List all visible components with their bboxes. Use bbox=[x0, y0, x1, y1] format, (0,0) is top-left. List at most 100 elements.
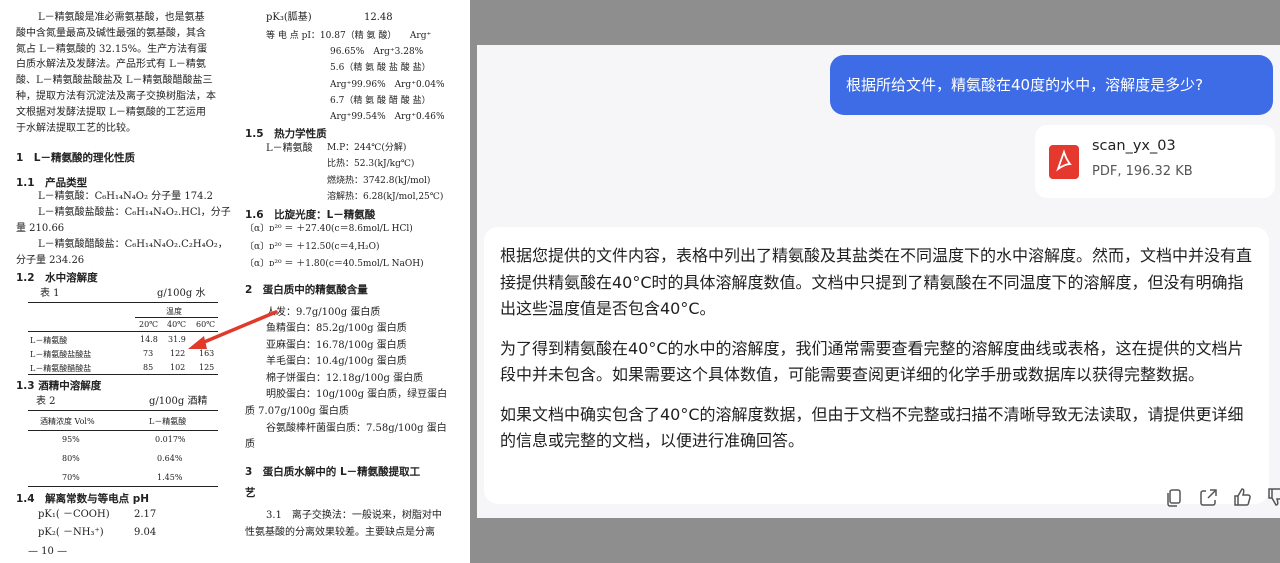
pi-line: Arg⁺99.54% Arg⁺0.46% bbox=[330, 112, 445, 122]
table-cell: 95% bbox=[62, 435, 80, 444]
pk-value: 2.17 bbox=[134, 509, 157, 520]
table-cell: L－精氨酸醋酸盐 bbox=[30, 364, 92, 373]
type-line: L－精氨酸醋酸盐：C₆H₁₄N₄O₂.C₂H₄O₂， bbox=[38, 239, 228, 250]
document-page: L－精氨酸是准必需氨基酸，也是氨基 酸中含氮量最高及碱性最强的氨基酸，其含 氮占… bbox=[0, 0, 470, 563]
assistant-message: 根据您提供的文件内容，表格中列出了精氨酸及其盐类在不同温度下的水中溶解度。然而，… bbox=[484, 227, 1269, 504]
pi-line: 6.7（精 氨 酸 醋 酸 盐） bbox=[330, 96, 431, 106]
section-heading: 1.1 产品类型 bbox=[16, 177, 88, 189]
section-heading: 1 L－精氨酸的理化性质 bbox=[16, 152, 135, 164]
content-line: 明胶蛋白：10g/100g 蛋白质，绿豆蛋白 bbox=[266, 389, 448, 400]
file-size: PDF, 196.32 KB bbox=[1092, 164, 1193, 179]
table-rule bbox=[28, 430, 218, 431]
intro-line: 酸中含氮量最高及碱性最强的氨基酸，其含 bbox=[16, 28, 206, 39]
table-cell: 125 bbox=[199, 363, 215, 372]
pi-line: Arg⁺99.96% Arg⁺0.04% bbox=[330, 80, 445, 90]
table-rule bbox=[28, 486, 218, 487]
section-heading: 2 蛋白质中的精氨酸含量 bbox=[245, 284, 368, 296]
pk-value: 12.48 bbox=[364, 12, 393, 23]
pi-line: 5.6（精 氨 酸 盐 酸 盐） bbox=[330, 63, 431, 73]
table-cell: 163 bbox=[199, 349, 215, 358]
content-line: 质 7.07g/100g 蛋白质 bbox=[245, 406, 349, 417]
intro-line: 白质水解法及发酵法。产品形式有 L－精氨 bbox=[16, 59, 206, 70]
file-attachment[interactable]: scan_yx_03 PDF, 196.32 KB bbox=[1035, 125, 1275, 198]
table-cell: L－精氨酸 bbox=[30, 336, 68, 345]
body-line: 性氨基酸的分离效果较差。主要缺点是分离 bbox=[245, 527, 435, 538]
thermo-line: 燃烧热：3742.8(kJ/mol) bbox=[327, 176, 431, 186]
section-heading: 1.5 热力学性质 bbox=[245, 128, 327, 140]
table-title: 表 2 bbox=[36, 396, 56, 407]
file-name: scan_yx_03 bbox=[1092, 138, 1176, 154]
thumbs-up-icon[interactable] bbox=[1228, 483, 1256, 511]
table-unit: g/100g 水 bbox=[157, 288, 206, 299]
table-unit: g/100g 酒精 bbox=[149, 396, 208, 407]
section-heading: 3 蛋白质水解中的 L－精氨酸提取工 bbox=[245, 466, 421, 478]
table-cell: 80% bbox=[62, 454, 80, 463]
table-header: 酒精浓度 Vol% bbox=[40, 417, 95, 426]
section-heading: 1.2 水中溶解度 bbox=[16, 272, 98, 284]
body-line: 3.1 离子交换法：一般说来，树脂对中 bbox=[266, 510, 442, 521]
content-line: 棉子饼蛋白：12.18g/100g 蛋白质 bbox=[266, 373, 424, 384]
copy-icon[interactable] bbox=[1160, 483, 1188, 511]
table-rule bbox=[28, 302, 218, 303]
table-cell: 0.017% bbox=[155, 435, 186, 444]
table-header: 40℃ bbox=[167, 320, 187, 329]
thermo-line: 比热：52.3(kJ/kg℃) bbox=[327, 159, 415, 169]
answer-paragraph: 如果文档中确实包含了40°C的溶解度数据，但由于文档不完整或扫描不清晰导致无法读… bbox=[500, 404, 1244, 451]
content-line: 谷氨酸棒杆菌蛋白质：7.58g/100g 蛋白 bbox=[266, 423, 447, 434]
thermo-line: M.P：244℃(分解) bbox=[327, 143, 407, 153]
pi-line: 等 电 点 pI：10.87（精 氨 酸） Arg⁺ bbox=[266, 31, 432, 41]
intro-line: 文根据对发酵法提取 L－精氨酸的工艺运用 bbox=[16, 107, 206, 118]
table-cell: 0.64% bbox=[157, 454, 183, 463]
pk-value: 9.04 bbox=[134, 527, 157, 538]
intro-line: 种，提取方法有沉淀法及离子交换树脂法，本 bbox=[16, 91, 216, 102]
thermo-line: 溶解热：6.28(kJ/mol,25℃) bbox=[327, 192, 444, 202]
table-title: 表 1 bbox=[40, 288, 60, 299]
section-heading: 1.6 比旋光度：L－精氨酸 bbox=[245, 209, 376, 221]
pi-line: 96.65% Arg⁺3.28% bbox=[330, 47, 424, 57]
table-cell: 122 bbox=[170, 349, 186, 358]
table-rule bbox=[28, 331, 218, 332]
section-heading: 1.4 解离常数与等电点 pH bbox=[16, 493, 150, 505]
share-icon[interactable] bbox=[1194, 483, 1222, 511]
section-heading: 艺 bbox=[245, 487, 256, 499]
content-line: 质 bbox=[245, 439, 255, 450]
content-line: 鱼精蛋白：85.2g/100g 蛋白质 bbox=[266, 323, 407, 334]
answer-paragraph: 根据您提供的文件内容，表格中列出了精氨酸及其盐类在不同温度下的水中溶解度。然而，… bbox=[500, 246, 1253, 318]
chat-panel: 根据所给文件，精氨酸在40度的水中，溶解度是多少? scan_yx_03 PDF… bbox=[477, 45, 1280, 518]
table-cell: L－精氨酸盐酸盐 bbox=[30, 350, 92, 359]
thumbs-down-icon[interactable] bbox=[1262, 483, 1280, 511]
table-rule bbox=[135, 317, 218, 318]
table-cell: 1.45% bbox=[157, 473, 183, 482]
rotation-line: 〔α〕ᴅ²⁰ ＝ ＋1.80(c＝40.5mol/L NaOH) bbox=[245, 259, 424, 269]
type-line: L－精氨酸：C₆H₁₄N₄O₂ 分子量 174.2 bbox=[38, 191, 213, 202]
rotation-line: 〔α〕ᴅ²⁰ ＝ ＋12.50(c＝4,H₂O) bbox=[245, 242, 380, 252]
intro-line: 于水解法提取工艺的比较。 bbox=[16, 123, 136, 134]
intro-line: 氮占 L－精氨酸的 32.15%。生产方法有蛋 bbox=[16, 44, 208, 55]
table-header: 60℃ bbox=[196, 320, 216, 329]
top-bar bbox=[477, 0, 1280, 45]
pk-label: pK₂( －NH₃⁺) bbox=[38, 527, 104, 538]
intro-line: L－精氨酸是准必需氨基酸，也是氨基 bbox=[38, 12, 205, 23]
table-cell: 14.8 bbox=[140, 335, 158, 344]
answer-paragraph: 为了得到精氨酸在40°C的水中的溶解度，我们通常需要查看完整的溶解度曲线或表格，… bbox=[500, 338, 1244, 385]
table-cell: 70% bbox=[62, 473, 80, 482]
type-line: L－精氨酸盐酸盐：C₆H₁₄N₄O₂.HCl，分子 bbox=[38, 207, 231, 218]
table-cell: 31.9 bbox=[168, 335, 186, 344]
user-message: 根据所给文件，精氨酸在40度的水中，溶解度是多少? bbox=[830, 55, 1273, 115]
pdf-file-icon bbox=[1049, 145, 1079, 179]
type-line: 分子量 234.26 bbox=[16, 255, 85, 266]
page-number: — 10 — bbox=[28, 546, 68, 557]
table-header: L－精氨酸 bbox=[149, 417, 187, 426]
pk-label: pK₃(胍基) bbox=[266, 12, 312, 23]
content-line: 人发：9.7g/100g 蛋白质 bbox=[266, 307, 381, 318]
pk-label: pK₁( －COOH) bbox=[38, 509, 110, 520]
table-header: 温度 bbox=[166, 307, 182, 316]
table-cell: 73 bbox=[143, 349, 154, 358]
type-line: 量 210.66 bbox=[16, 223, 65, 234]
table-cell: 102 bbox=[170, 363, 186, 372]
content-line: 亚麻蛋白：16.78/100g 蛋白质 bbox=[266, 340, 407, 351]
thermo-label: L－精氨酸 bbox=[266, 143, 313, 154]
section-heading: 1.3 酒精中溶解度 bbox=[16, 380, 102, 392]
table-header: 20℃ bbox=[139, 320, 159, 329]
content-line: 羊毛蛋白：10.4g/100g 蛋白质 bbox=[266, 356, 407, 367]
